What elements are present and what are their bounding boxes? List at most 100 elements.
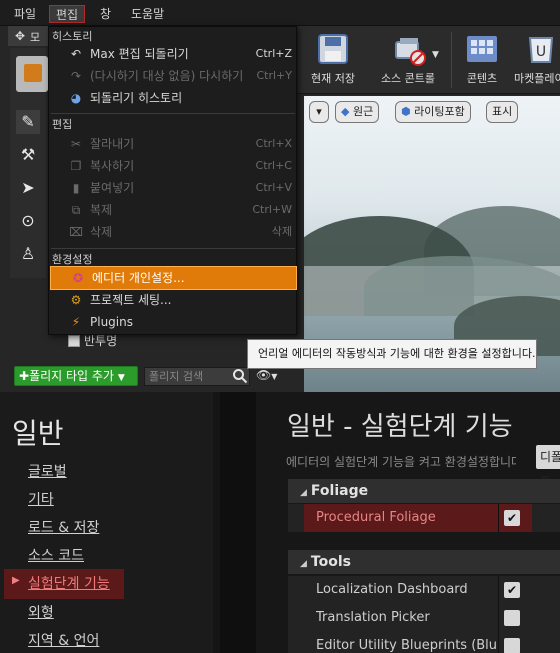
menu-undo-history[interactable]: ◕ 되돌리기 히스토리 [49,87,298,109]
mode-placement-cube-icon [24,64,42,82]
menu-separator [51,248,295,249]
tools-section-header[interactable]: ◢ Tools [288,550,560,574]
menu-help[interactable]: 도움말 [125,5,170,23]
reapply-icon[interactable]: ⚒ [16,143,40,167]
viewport-options-button[interactable]: ▾ [309,101,329,123]
modes-tab-label: 모 [30,31,41,44]
translucent-label: 반투명 [84,334,118,348]
source-control-label: 소스 콘트롤 [380,72,436,85]
menu-copy-shortcut: Ctrl+C [255,159,292,172]
history-icon: ◕ [70,91,82,105]
chevron-down-icon: ▼ [117,373,125,383]
lighting-mode-button[interactable]: ⬢ 라이팅포함 [395,101,471,123]
menu-duplicate[interactable]: ⧉ 복제 Ctrl+W [49,199,298,221]
sidebar-item-source-code[interactable]: 소스 코드 [28,545,84,565]
sidebar-item-global[interactable]: 글로벌 [28,461,67,481]
show-button[interactable]: 표시 [486,101,519,123]
marketplace-button[interactable]: U 마켓플레이 [510,26,560,94]
undo-icon: ↶ [70,47,82,61]
content-button-label: 콘텐츠 [466,72,498,85]
modes-icon: ✥ [15,29,26,43]
sidebar-item-appearance[interactable]: 외형 [28,602,54,622]
add-foliage-type-button[interactable]: ✚폴리지 타입 추가 ▼ [14,366,138,386]
menu-undo[interactable]: ↶ Max 편집 되돌리기 Ctrl+Z [49,43,298,65]
lighting-mode-label: 라이팅포함 [414,105,465,118]
sidebar-item-load-save[interactable]: 로드 & 저장 [28,517,99,537]
source-control-dropdown-icon[interactable]: ▼ [432,50,439,60]
translation-picker-label: Translation Picker [316,610,430,625]
menu-editor-preferences[interactable]: ✪ 에디터 개인설정... [50,266,297,290]
fill-icon[interactable]: ♙ [16,242,40,266]
editor-preferences-icon: ✪ [72,271,84,285]
sidebar-item-experimental[interactable]: 실험단계 기능 [28,573,110,593]
menu-paste-label: 붙여넣기 [90,181,135,195]
foliage-section-label: Foliage [310,483,369,499]
menu-undo-history-label: 되돌리기 히스토리 [90,91,183,105]
column-divider [498,604,499,632]
delete-icon: ⌧ [69,225,83,239]
edit-menu-dropdown: 히스토리 ↶ Max 편집 되돌리기 Ctrl+Z ↷ (다시하기 대상 없음)… [48,26,297,335]
menu-copy[interactable]: ❐ 복사하기 Ctrl+C [49,155,298,177]
save-button-label: 현재 저장 [311,72,355,85]
menu-file[interactable]: 파일 [8,5,42,23]
marketplace-label: 마켓플레이 [514,72,560,85]
source-control-icon [395,38,426,66]
tools-section-label: Tools [310,554,351,570]
menu-plugins-label: Plugins [90,315,133,329]
search-icon[interactable] [232,368,248,384]
menu-plugins[interactable]: ⚡ Plugins [49,311,298,333]
menu-undo-shortcut: Ctrl+Z [255,47,292,60]
source-control-button[interactable]: ▼ 소스 콘트롤 [368,26,448,94]
menu-delete[interactable]: ⌧ 삭제 삭제 [49,221,298,243]
menu-separator [51,113,295,114]
menu-redo-label: (다시하기 대상 없음) 다시하기 [90,69,244,83]
column-divider [498,576,499,604]
localization-dashboard-checkbox[interactable]: ✔ [504,582,520,598]
menu-redo-shortcut: Ctrl+Y [256,69,292,82]
collapse-triangle-icon: ◢ [300,559,307,569]
translation-picker-checkbox[interactable] [504,610,520,626]
menu-window[interactable]: 창 [94,5,117,23]
edit-section-header: 편집 [52,118,73,131]
save-icon [318,34,348,64]
menu-paste[interactable]: ▮ 붙여넣기 Ctrl+V [49,177,298,199]
menu-project-settings[interactable]: ⚙ 프로젝트 세팅... [49,289,298,311]
procedural-foliage-label: Procedural Foliage [316,510,436,525]
menu-edit[interactable]: 편집 [49,5,86,23]
property-row-translation-picker: Translation Picker [288,604,560,632]
menu-cut[interactable]: ✂ 잘라내기 Ctrl+X [49,133,298,155]
save-button[interactable]: 현재 저장 [298,26,368,94]
settings-divider [220,392,256,653]
redo-icon: ↷ [70,69,82,83]
menu-paste-shortcut: Ctrl+V [255,181,292,194]
editor-utility-blueprints-checkbox[interactable] [504,638,520,653]
content-icon [467,36,497,62]
perspective-button[interactable]: ◆ 원근 [335,101,380,123]
content-button[interactable]: 콘텐츠 [454,26,510,94]
translucent-checkbox[interactable] [68,335,80,347]
collapse-triangle-icon: ◢ [300,488,307,498]
menu-editor-preferences-label: 에디터 개인설정... [92,271,185,285]
sidebar-item-misc[interactable]: 기타 [28,489,54,509]
lasso-icon[interactable]: ⊙ [16,209,40,233]
visibility-dropdown[interactable]: 👁▼ [256,368,277,382]
copy-icon: ❐ [70,159,82,173]
chevron-right-icon: ▶ [12,575,20,586]
duplicate-icon: ⧉ [71,203,81,217]
menu-redo[interactable]: ↷ (다시하기 대상 없음) 다시하기 Ctrl+Y [49,65,298,87]
menu-duplicate-shortcut: Ctrl+W [252,203,292,216]
history-section-header: 히스토리 [52,30,93,43]
foliage-section-header[interactable]: ◢ Foliage [288,479,560,503]
page-title: 일반 - 실험단계 기능 [287,412,513,442]
preferences-section-header: 환경설정 [52,253,93,266]
page-subtitle: 에디터의 실험단계 기능을 켜고 환경설정합니다. [286,455,516,469]
set-default-button[interactable]: 디폴트 [536,445,560,488]
sidebar-category-title: 일반 [12,417,64,450]
menu-delete-shortcut: 삭제 [271,225,292,238]
select-icon[interactable]: ➤ [16,176,40,200]
menu-cut-label: 잘라내기 [90,137,135,151]
foliage-paint-icon[interactable]: ✎ [16,110,40,134]
sidebar-item-region-language[interactable]: 지역 & 언어 [28,630,99,650]
procedural-foliage-checkbox[interactable]: ✔ [504,510,520,526]
modes-tab[interactable]: ✥ 모 [8,26,52,46]
